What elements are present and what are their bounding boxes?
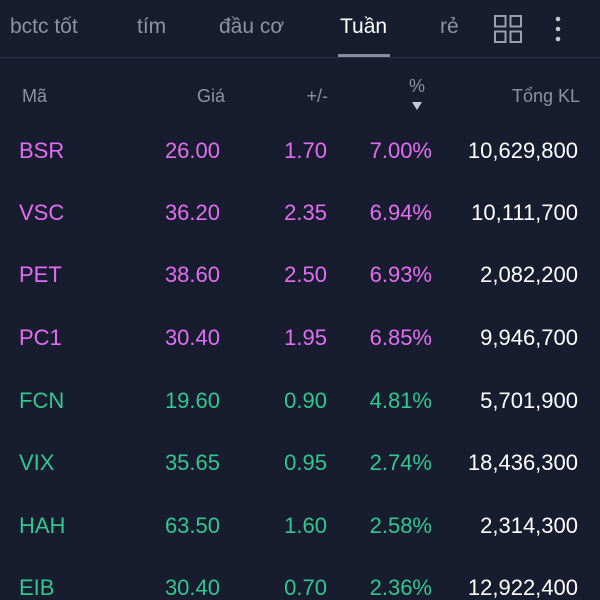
stock-change: 2.35 — [284, 200, 327, 225]
stock-volume: 9,946,700 — [480, 325, 578, 350]
column-header-percent[interactable]: % — [409, 76, 425, 97]
stock-price: 19.60 — [164, 388, 220, 413]
watchlist-tab-bar: bctc tốt tím đầu cơ Tuần rẻ — [0, 0, 600, 58]
stock-symbol: PC1 — [19, 325, 62, 350]
table-row[interactable]: PET 38.60 2.50 6.93% 2,082,200 — [0, 245, 600, 307]
stock-volume: 12,922,400 — [467, 575, 578, 600]
stock-price: 36.20 — [164, 200, 220, 225]
stock-percent: 2.36% — [369, 575, 432, 600]
stock-change: 2.50 — [284, 262, 327, 287]
stock-price: 30.40 — [164, 575, 220, 600]
stock-price: 35.65 — [164, 450, 220, 475]
stock-volume: 10,111,700 — [471, 200, 578, 225]
stock-symbol: HAH — [19, 513, 66, 538]
stock-watchlist-screen: bctc tốt tím đầu cơ Tuần rẻ Mã Giá +/- %… — [0, 0, 600, 600]
stock-volume: 10,629,800 — [467, 138, 578, 163]
stock-symbol: VSC — [19, 200, 65, 225]
stock-change: 0.90 — [284, 388, 327, 413]
table-row[interactable]: VSC 36.20 2.35 6.94% 10,111,700 — [0, 183, 600, 245]
stock-volume: 18,436,300 — [467, 450, 578, 475]
stock-percent: 2.58% — [369, 513, 432, 538]
column-header-price[interactable]: Giá — [197, 86, 225, 107]
stock-price: 63.50 — [164, 513, 220, 538]
table-row[interactable]: PC1 30.40 1.95 6.85% 9,946,700 — [0, 308, 600, 370]
stock-symbol: EIB — [19, 575, 55, 600]
stock-change: 0.95 — [284, 450, 327, 475]
stock-symbol: PET — [19, 262, 62, 287]
stock-volume: 2,082,200 — [480, 262, 578, 287]
stock-volume: 5,701,900 — [480, 388, 578, 413]
table-row[interactable]: FCN 19.60 0.90 4.81% 5,701,900 — [0, 371, 600, 433]
table-row[interactable]: EIB 30.40 0.70 2.36% 12,922,400 — [0, 558, 600, 600]
tab-tuan[interactable]: Tuần — [340, 15, 387, 39]
stock-volume: 2,314,300 — [480, 513, 578, 538]
stock-change: 1.60 — [284, 513, 327, 538]
stock-symbol: FCN — [19, 388, 65, 413]
tab-re[interactable]: rẻ — [440, 15, 459, 39]
stock-price: 26.00 — [164, 138, 220, 163]
grid-view-icon[interactable] — [494, 15, 522, 43]
column-header-change[interactable]: +/- — [306, 86, 328, 107]
stock-price: 38.60 — [164, 262, 220, 287]
table-row[interactable]: BSR 26.00 1.70 7.00% 10,629,800 — [0, 121, 600, 183]
stock-percent: 2.74% — [369, 450, 432, 475]
tab-bctc-tot[interactable]: bctc tốt — [10, 15, 78, 39]
tab-dau-co[interactable]: đầu cơ — [219, 15, 284, 39]
stock-percent: 4.81% — [369, 388, 432, 413]
more-vertical-icon[interactable] — [548, 15, 568, 43]
stock-percent: 6.94% — [369, 200, 432, 225]
tab-tim[interactable]: tím — [137, 15, 166, 39]
stock-percent: 7.00% — [369, 138, 432, 163]
table-row[interactable]: VIX 35.65 0.95 2.74% 18,436,300 — [0, 433, 600, 495]
column-header-symbol[interactable]: Mã — [22, 86, 47, 107]
stock-change: 0.70 — [284, 575, 327, 600]
column-header-volume[interactable]: Tổng KL — [512, 86, 580, 107]
stock-price: 30.40 — [164, 325, 220, 350]
sort-descending-icon — [412, 102, 422, 110]
stock-change: 1.70 — [284, 138, 327, 163]
stock-symbol: VIX — [19, 450, 55, 475]
stock-change: 1.95 — [284, 325, 327, 350]
active-tab-indicator — [338, 54, 390, 57]
stock-percent: 6.93% — [369, 262, 432, 287]
stock-symbol: BSR — [19, 138, 65, 163]
table-row[interactable]: HAH 63.50 1.60 2.58% 2,314,300 — [0, 496, 600, 558]
stock-percent: 6.85% — [369, 325, 432, 350]
